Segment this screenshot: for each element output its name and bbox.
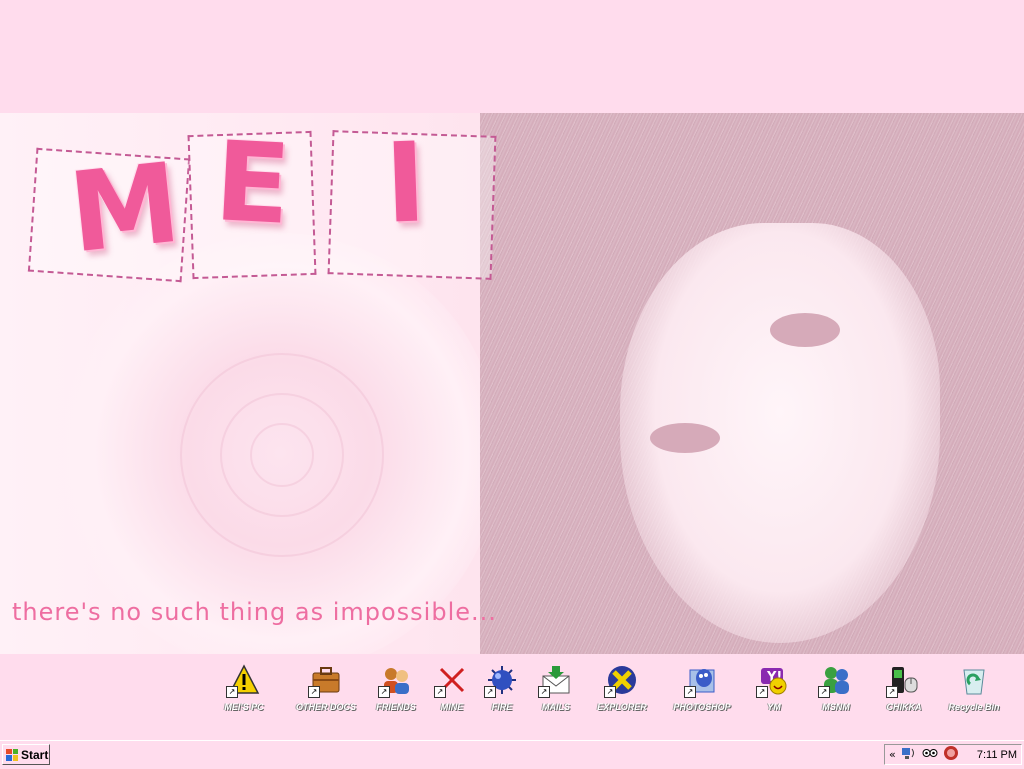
shortcut-arrow-icon: ↗ — [378, 686, 390, 698]
recycle-bin-icon — [958, 664, 990, 696]
briefcase-icon: ↗ — [308, 664, 342, 698]
desktop-icon-recycle-bin[interactable]: Recycle Bin — [940, 664, 1008, 712]
shortcut-arrow-icon: ↗ — [308, 686, 320, 698]
taskbar: Start « 7:11 PM — [0, 740, 1024, 769]
desktop-icon-meis-pc[interactable]: ↗ MEI'S PC — [210, 664, 278, 712]
phone-icon: ↗ — [886, 664, 920, 698]
yahoo-messenger-icon: Y! ↗ — [756, 664, 790, 698]
windows-logo-icon — [6, 748, 18, 761]
portrait-face — [620, 223, 940, 643]
shortcut-arrow-icon: ↗ — [538, 686, 550, 698]
desktop-icon-label: PHOTOSHOP — [673, 702, 731, 712]
messenger-tray-icon[interactable] — [922, 746, 938, 763]
shortcut-arrow-icon: ↗ — [226, 686, 238, 698]
brand-letter-i: I — [382, 118, 429, 248]
mine-icon: ↗ — [484, 664, 518, 698]
desktop-icon-label: EXPLORER — [597, 702, 647, 712]
explorer-icon: ↗ — [604, 664, 638, 698]
desktop-icon-other-docs[interactable]: ↗ OTHER DOCS — [292, 664, 360, 712]
desktop-icon-area: ↗ MEI'S PC ↗ OTHER DOCS ↗ FRIENDS ↗ MINE… — [0, 654, 1024, 738]
desktop-top-band — [0, 0, 1024, 113]
desktop-icon-label: MSNM — [822, 702, 850, 712]
desktop-wallpaper: M E I there's no such thing as impossibl… — [0, 113, 1024, 654]
photoshop-icon: ↗ — [684, 664, 718, 698]
desktop-icon-chikka[interactable]: ↗ CHIKKA — [870, 664, 938, 712]
desktop-icon-ym[interactable]: Y! ↗ YM — [740, 664, 808, 712]
antivirus-tray-icon[interactable] — [943, 745, 959, 764]
close-icon: ↗ — [434, 664, 468, 698]
shortcut-arrow-icon: ↗ — [756, 686, 768, 698]
msn-messenger-icon: ↗ — [818, 664, 852, 698]
mail-icon: ↗ — [538, 664, 572, 698]
desktop-icon-photoshop[interactable]: ↗ PHOTOSHOP — [668, 664, 736, 712]
shortcut-arrow-icon: ↗ — [604, 686, 616, 698]
shortcut-arrow-icon: ↗ — [684, 686, 696, 698]
rose-image — [60, 233, 500, 654]
brand-logo: M E I — [27, 117, 500, 283]
desktop-icon-label: CHIKKA — [886, 702, 922, 712]
desktop-icon-label: OTHER DOCS — [295, 702, 356, 712]
portrait-eye — [770, 313, 840, 347]
warning-icon: ↗ — [226, 664, 260, 698]
desktop-icon-explorer[interactable]: ↗ EXPLORER — [588, 664, 656, 712]
start-label: Start — [21, 747, 49, 762]
tray-expand-chevron[interactable]: « — [889, 748, 896, 761]
shortcut-arrow-icon: ↗ — [886, 686, 898, 698]
desktop-icon-msnm[interactable]: ↗ MSNM — [802, 664, 870, 712]
desktop-icon-label: YM — [767, 702, 781, 712]
system-tray: « 7:11 PM — [884, 744, 1022, 765]
wallpaper-tagline: there's no such thing as impossible... — [12, 598, 497, 626]
brand-letter-m: M — [63, 138, 186, 278]
shortcut-arrow-icon: ↗ — [434, 686, 446, 698]
network-icon[interactable] — [901, 746, 917, 763]
taskbar-clock[interactable]: 7:11 PM — [977, 749, 1017, 761]
desktop-icon-mails[interactable]: ↗ MAILS — [522, 664, 590, 712]
start-button[interactable]: Start — [2, 744, 50, 765]
users-icon: ↗ — [378, 664, 412, 698]
shortcut-arrow-icon: ↗ — [484, 686, 496, 698]
desktop-icon-label: MAILS — [542, 702, 570, 712]
rose-petal — [250, 423, 314, 487]
portrait-eye — [650, 423, 720, 453]
shortcut-arrow-icon: ↗ — [818, 686, 830, 698]
desktop-icon-label: Recycle Bin — [948, 702, 1000, 712]
desktop-icon-label: MEI'S PC — [224, 702, 264, 712]
brand-letter-e: E — [211, 117, 294, 249]
